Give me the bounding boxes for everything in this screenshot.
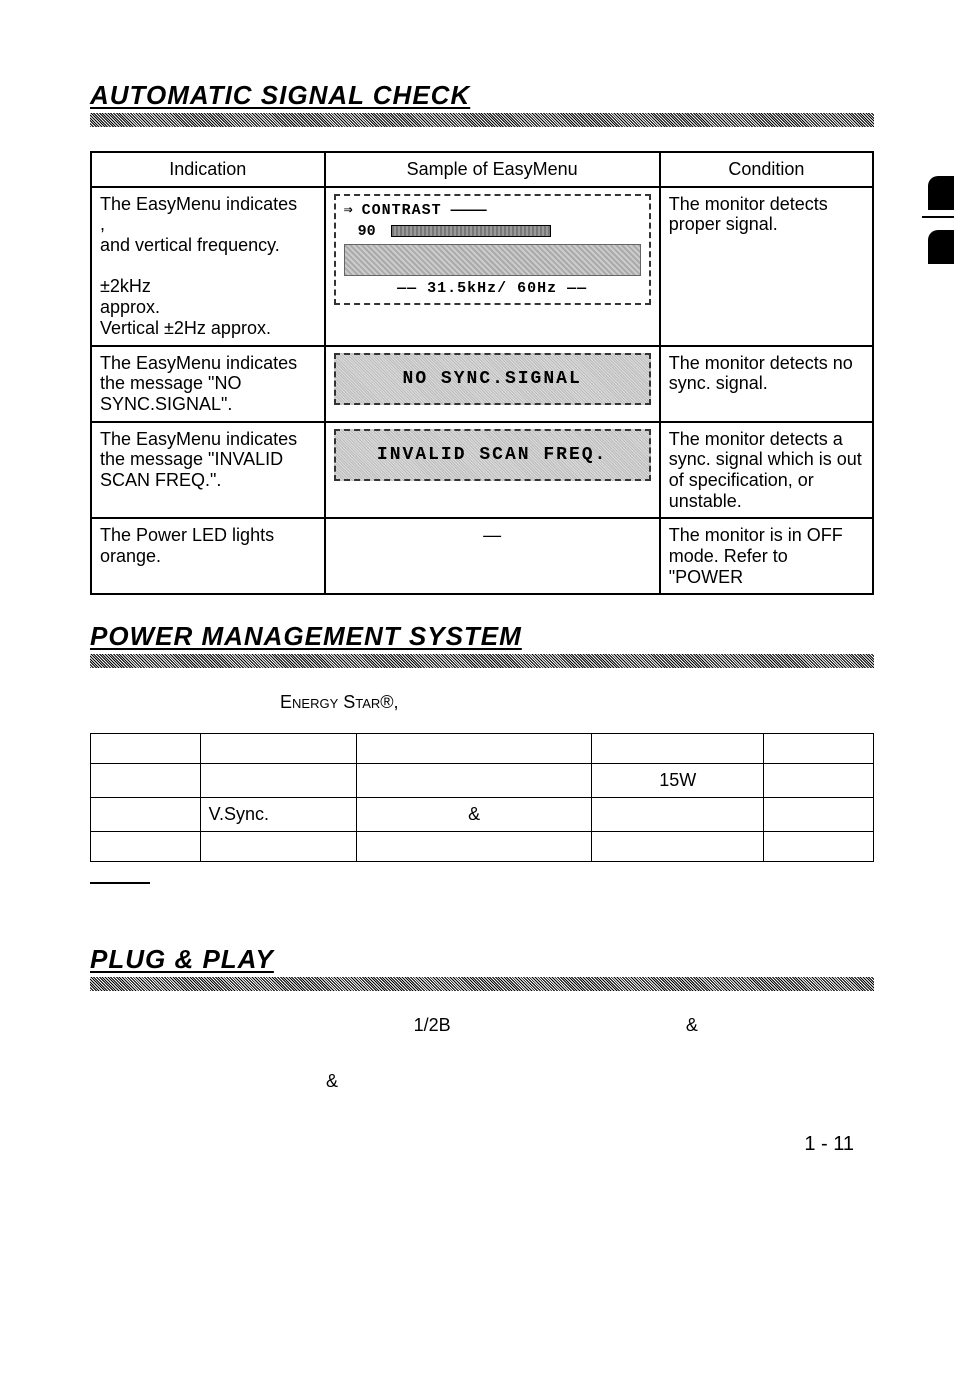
th-indication: Indication [91,152,325,187]
plug-text-1a: 1/2B [414,1015,451,1035]
heading-dither-bar [90,654,874,668]
page-number: 1 - 11 [90,1133,874,1156]
table-row: V.Sync. & [91,798,874,832]
cell-sample: INVALID SCAN FREQ. [325,422,660,519]
th-sample: Sample of EasyMenu [325,152,660,187]
cell-indication: The EasyMenu indicates , and vertical fr… [91,187,325,346]
side-divider [922,216,954,224]
osd-easymenu: ⇒ CONTRAST ———— 90 —— 31.5kHz/ 60Hz —— [334,194,651,306]
cell-condition: The monitor detects proper signal. [660,187,873,346]
osd-icon-row [344,244,641,276]
plug-text-2: & [326,1071,338,1091]
side-tab-icon [928,176,954,210]
table-row: The Power LED lights orange. — The monit… [91,518,873,594]
cell-indication: The EasyMenu indicates the message "INVA… [91,422,325,519]
energy-star-label: Energy Star®, [280,692,399,712]
osd-slider-icon [391,225,551,237]
cell-sample: ⇒ CONTRAST ———— 90 —— 31.5kHz/ 60Hz —— [325,187,660,346]
section-heading-plug-play: PLUG & PLAY [90,944,874,975]
table-row: The EasyMenu indicates the message "INVA… [91,422,873,519]
table-row [91,734,874,764]
signal-check-table: Indication Sample of EasyMenu Condition … [90,151,874,595]
table-row [91,832,874,862]
table-row: 15W [91,764,874,798]
cell-condition: The monitor detects no sync. signal. [660,346,873,422]
side-tab-group [922,170,954,270]
cell-sample-dash: — [325,518,660,594]
osd-title: CONTRAST [362,202,442,219]
side-tab-icon [928,230,954,264]
osd-banner-invalid: INVALID SCAN FREQ. [334,429,651,482]
table-row: The EasyMenu indicates the message "NO S… [91,346,873,422]
cell-sample: NO SYNC.SIGNAL [325,346,660,422]
osd-footer: 31.5kHz/ 60Hz [427,280,557,297]
plug-text-1b: & [686,1015,698,1035]
heading-dither-bar [90,113,874,127]
table-row: The EasyMenu indicates , and vertical fr… [91,187,873,346]
cell-indication: The EasyMenu indicates the message "NO S… [91,346,325,422]
cell-power-15w: 15W [592,764,764,798]
th-condition: Condition [660,152,873,187]
cell-vsync: V.Sync. [200,798,357,832]
osd-value: 90 [358,223,376,240]
section-heading-power-mgmt: POWER MANAGEMENT SYSTEM [90,621,874,652]
cell-condition: The monitor detects a sync. signal which… [660,422,873,519]
section-heading-auto-signal: AUTOMATIC SIGNAL CHECK [90,80,874,111]
cell-indication: The Power LED lights orange. [91,518,325,594]
power-table: 15W V.Sync. & [90,733,874,862]
footnote-rule [90,882,150,884]
cell-amp: & [357,798,592,832]
osd-banner-nosync: NO SYNC.SIGNAL [334,353,651,406]
cell-condition: The monitor is in OFF mode. Refer to "PO… [660,518,873,594]
heading-dither-bar [90,977,874,991]
